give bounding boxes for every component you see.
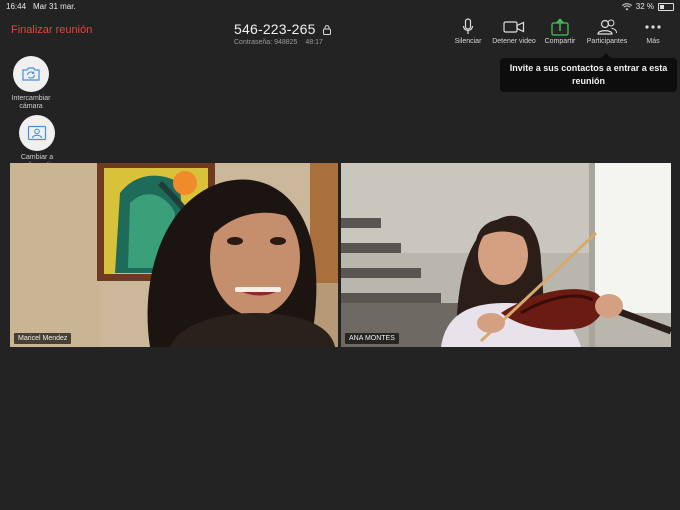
- battery-percent: 32 %: [635, 2, 654, 11]
- meeting-id: 546-223-265: [234, 21, 331, 37]
- wifi-icon: [621, 2, 632, 10]
- video-tile-left[interactable]: Maricel Mendez: [10, 163, 338, 347]
- active-speaker-icon: [27, 125, 47, 141]
- switch-camera-button[interactable]: Intercambiar cámara: [8, 56, 54, 111]
- more-label: Más: [646, 38, 660, 45]
- meeting-duration: 48:17: [305, 39, 323, 46]
- meeting-id-text: 546-223-265: [234, 21, 316, 37]
- status-right: 32 %: [621, 2, 674, 11]
- switch-speaker-circle[interactable]: [19, 115, 55, 151]
- share-screen-icon: [551, 18, 569, 36]
- meeting-topbar: Finalizar reunión 546-223-265 Contraseña…: [0, 13, 680, 50]
- end-meeting-button[interactable]: Finalizar reunión: [11, 24, 92, 36]
- status-date: Mar 31 mar.: [33, 2, 76, 11]
- participant-name-left: Maricel Mendez: [14, 333, 72, 344]
- switch-camera-circle[interactable]: [13, 56, 49, 92]
- invite-tooltip[interactable]: Invite a sus contactos a entrar a esta r…: [500, 53, 677, 92]
- camera-switch-icon: [22, 67, 40, 81]
- participants-button[interactable]: Participantes: [581, 17, 633, 45]
- participant-video-ana: [341, 163, 671, 347]
- participant-name-right: ANA MONTES: [345, 333, 399, 344]
- stop-video-button[interactable]: Detener video: [488, 17, 540, 45]
- stop-video-label: Detener video: [492, 38, 536, 45]
- mute-button[interactable]: Silenciar: [442, 17, 494, 45]
- meeting-subtitle: Contraseña: 948825 48:17: [234, 39, 329, 46]
- status-time: 16:44: [6, 2, 27, 11]
- switch-speaker-view-button[interactable]: Cambiar a orador activo: [12, 115, 62, 170]
- meeting-password: Contraseña: 948825: [234, 39, 298, 46]
- more-dots-icon: [645, 25, 661, 29]
- battery-icon: [658, 2, 674, 11]
- more-button[interactable]: Más: [627, 17, 679, 45]
- video-tile-right[interactable]: ANA MONTES: [341, 163, 671, 347]
- status-bar: 16:44 Mar 31 mar. 32 %: [0, 0, 680, 13]
- share-button[interactable]: Compartir: [534, 17, 586, 45]
- switch-camera-label: Intercambiar cámara: [11, 95, 51, 110]
- participants-icon: [597, 19, 617, 35]
- microphone-icon: [462, 18, 474, 34]
- share-label: Compartir: [544, 38, 576, 45]
- mute-label: Silenciar: [454, 38, 482, 45]
- lock-icon[interactable]: [322, 25, 331, 36]
- participant-video-maricel: [10, 163, 338, 347]
- video-camera-icon: [503, 21, 525, 33]
- participants-label: Participantes: [586, 38, 628, 45]
